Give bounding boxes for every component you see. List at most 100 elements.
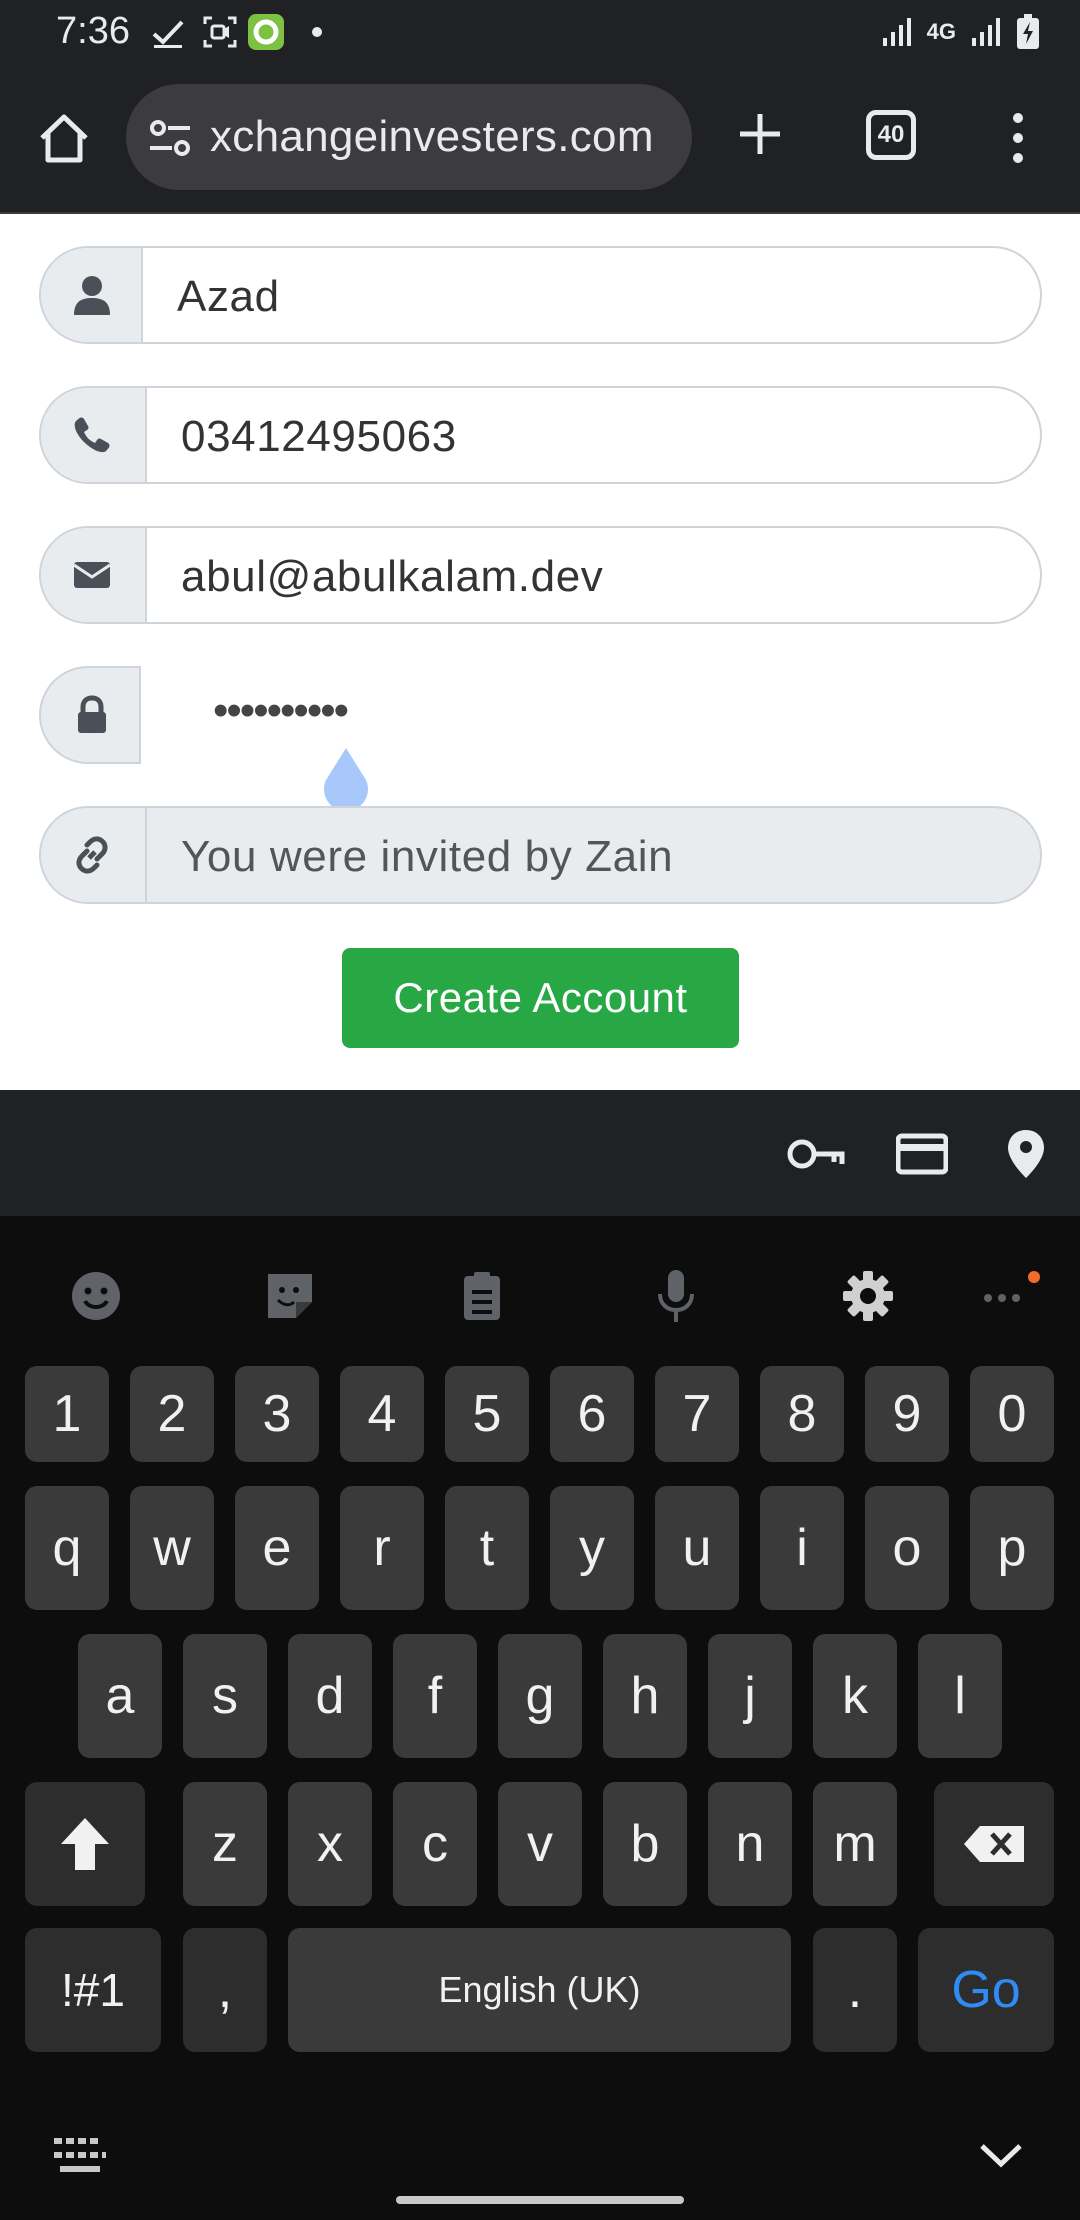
tab-switcher-button[interactable]: 40 <box>866 110 916 160</box>
key-a[interactable]: a <box>78 1634 162 1758</box>
key-u[interactable]: u <box>655 1486 739 1610</box>
password-input[interactable]: •••••••••• <box>213 686 349 736</box>
signal-icon <box>882 18 911 46</box>
shift-key[interactable] <box>25 1782 145 1906</box>
battery-charging-icon <box>1017 14 1039 49</box>
symbols-key[interactable]: !#1 <box>25 1928 161 2052</box>
phone-icon <box>74 417 110 453</box>
create-account-button[interactable]: Create Account <box>342 948 739 1048</box>
new-tab-icon[interactable] <box>736 110 784 158</box>
overflow-menu-icon[interactable] <box>1004 110 1032 166</box>
key-p[interactable]: p <box>970 1486 1054 1610</box>
phone-field-addon <box>41 388 147 482</box>
status-right: 4G <box>881 14 1040 50</box>
passwords-key-icon[interactable] <box>786 1128 846 1180</box>
comma-key[interactable]: , <box>183 1928 267 2052</box>
key-c[interactable]: c <box>393 1782 477 1906</box>
key-n[interactable]: n <box>708 1782 792 1906</box>
key-1[interactable]: 1 <box>25 1366 109 1462</box>
password-field[interactable]: •••••••••• <box>39 666 1042 764</box>
keyboard: 1 2 3 4 5 6 7 8 9 0 q w e r t y u i o p … <box>0 1216 1080 2220</box>
phone-field[interactable]: 03412495063 <box>39 386 1042 484</box>
envelope-icon <box>73 562 111 588</box>
web-content: Azad 03412495063 abul@abulkalam.dev ••••… <box>0 212 1080 1090</box>
key-9[interactable]: 9 <box>865 1366 949 1462</box>
key-2[interactable]: 2 <box>130 1366 214 1462</box>
key-e[interactable]: e <box>235 1486 319 1610</box>
home-icon[interactable] <box>36 110 92 166</box>
key-5[interactable]: 5 <box>445 1366 529 1462</box>
key-t[interactable]: t <box>445 1486 529 1610</box>
link-icon <box>76 836 108 874</box>
key-3[interactable]: 3 <box>235 1366 319 1462</box>
key-k[interactable]: k <box>813 1634 897 1758</box>
hide-keyboard-chevron-icon[interactable] <box>976 2130 1026 2180</box>
browser-toolbar: xchangeinvesters.com 40 <box>0 66 1080 212</box>
email-input[interactable]: abul@abulkalam.dev <box>181 552 603 602</box>
key-l[interactable]: l <box>918 1634 1002 1758</box>
key-4[interactable]: 4 <box>340 1366 424 1462</box>
lock-icon <box>78 695 106 733</box>
screen-record-icon <box>203 16 237 48</box>
emoji-icon[interactable] <box>68 1268 124 1324</box>
user-icon <box>74 276 110 315</box>
space-key[interactable]: English (UK) <box>288 1928 791 2052</box>
email-field-addon <box>41 528 147 622</box>
key-d[interactable]: d <box>288 1634 372 1758</box>
key-6[interactable]: 6 <box>550 1366 634 1462</box>
key-v[interactable]: v <box>498 1782 582 1906</box>
key-z[interactable]: z <box>183 1782 267 1906</box>
name-field[interactable]: Azad <box>39 246 1042 344</box>
key-o[interactable]: o <box>865 1486 949 1610</box>
backspace-icon <box>964 1826 1024 1862</box>
home-indicator[interactable] <box>396 2196 684 2204</box>
key-m[interactable]: m <box>813 1782 897 1906</box>
go-key[interactable]: Go <box>918 1928 1054 2052</box>
key-g[interactable]: g <box>498 1634 582 1758</box>
signal-icon-2 <box>972 18 1000 46</box>
referral-text: You were invited by Zain <box>181 832 674 881</box>
status-bar: 7:36 4G <box>0 0 1080 66</box>
microphone-icon[interactable] <box>648 1268 704 1324</box>
key-7[interactable]: 7 <box>655 1366 739 1462</box>
sticker-icon[interactable] <box>262 1268 318 1324</box>
key-b[interactable]: b <box>603 1782 687 1906</box>
clipboard-icon[interactable] <box>454 1268 510 1324</box>
key-x[interactable]: x <box>288 1782 372 1906</box>
period-key[interactable]: . <box>813 1928 897 2052</box>
keyboard-switch-icon[interactable] <box>52 2136 108 2176</box>
site-settings-icon[interactable] <box>148 118 192 158</box>
check-notification-icon <box>152 20 184 48</box>
key-w[interactable]: w <box>130 1486 214 1610</box>
phone-input[interactable]: 03412495063 <box>181 412 457 462</box>
name-input[interactable]: Azad <box>177 272 280 322</box>
backspace-key[interactable] <box>934 1782 1054 1906</box>
name-field-addon <box>41 248 143 342</box>
key-h[interactable]: h <box>603 1634 687 1758</box>
key-i[interactable]: i <box>760 1486 844 1610</box>
key-s[interactable]: s <box>183 1634 267 1758</box>
key-r[interactable]: r <box>340 1486 424 1610</box>
settings-gear-icon[interactable] <box>840 1268 896 1324</box>
location-pin-icon[interactable] <box>1006 1128 1046 1180</box>
more-notifications-dot-icon <box>312 27 322 37</box>
shift-arrow-icon <box>61 1818 109 1870</box>
url-text: xchangeinvesters.com <box>210 112 654 161</box>
status-time: 7:36 <box>56 10 130 52</box>
referral-field: You were invited by Zain <box>39 806 1042 904</box>
referral-field-addon <box>41 808 147 902</box>
key-j[interactable]: j <box>708 1634 792 1758</box>
more-options-icon[interactable] <box>976 1268 1048 1324</box>
keyboard-toolbar <box>0 1216 1080 1366</box>
email-field[interactable]: abul@abulkalam.dev <box>39 526 1042 624</box>
autofill-bar <box>0 1090 1080 1216</box>
key-q[interactable]: q <box>25 1486 109 1610</box>
app-notification-icon <box>248 14 284 50</box>
key-0[interactable]: 0 <box>970 1366 1054 1462</box>
password-field-addon <box>39 666 141 764</box>
address-bar[interactable]: xchangeinvesters.com <box>126 84 692 190</box>
payment-card-icon[interactable] <box>896 1128 948 1180</box>
key-8[interactable]: 8 <box>760 1366 844 1462</box>
key-f[interactable]: f <box>393 1634 477 1758</box>
key-y[interactable]: y <box>550 1486 634 1610</box>
